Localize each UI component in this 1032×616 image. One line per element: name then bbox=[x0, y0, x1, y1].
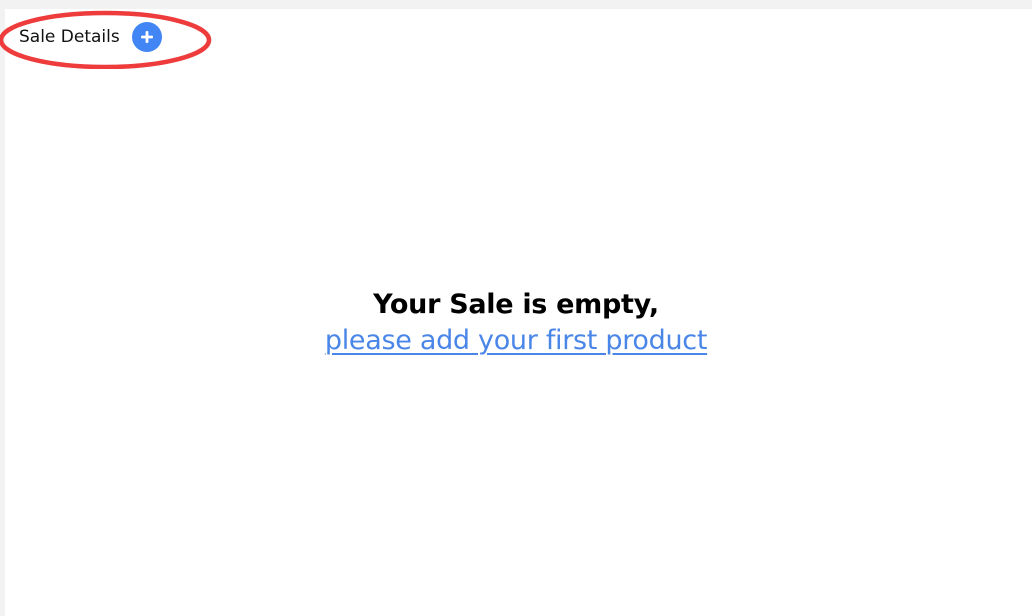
add-first-product-link[interactable]: please add your first product bbox=[325, 323, 708, 359]
plus-icon bbox=[140, 31, 153, 43]
empty-sale-title: Your Sale is empty, bbox=[373, 289, 659, 320]
empty-sale-message: Your Sale is empty, please add your firs… bbox=[0, 287, 1032, 359]
sale-header: Sale Details bbox=[19, 22, 162, 52]
add-product-button[interactable] bbox=[131, 22, 162, 52]
sale-details-title: Sale Details bbox=[19, 27, 120, 47]
